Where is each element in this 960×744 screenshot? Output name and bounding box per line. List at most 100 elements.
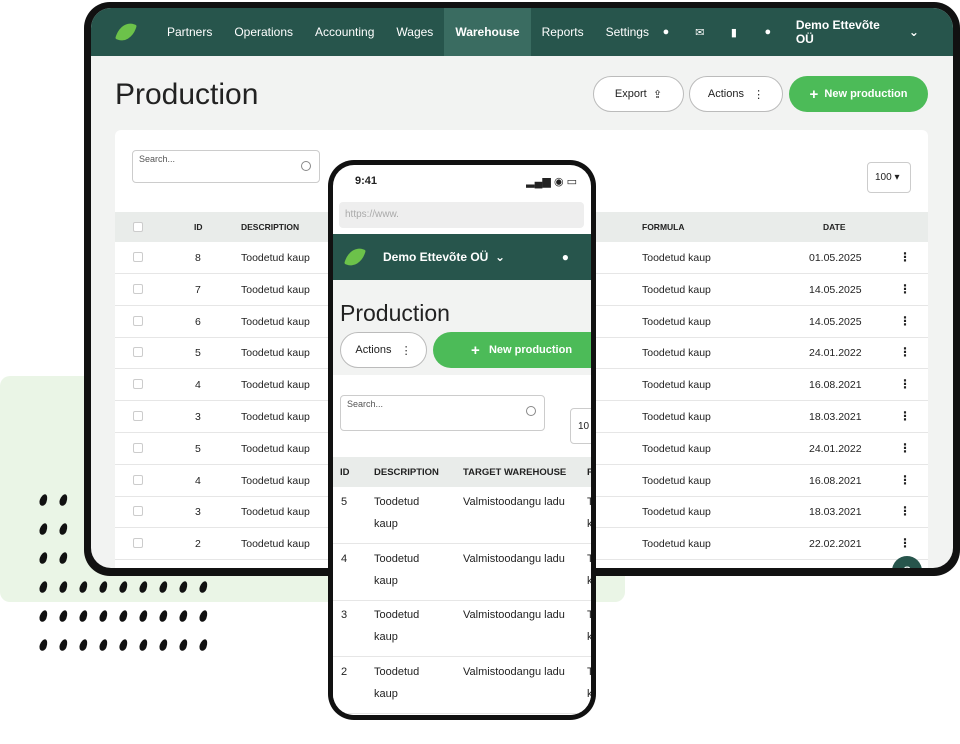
row-date: 22.02.2021: [809, 538, 862, 551]
row-checkbox[interactable]: [133, 538, 143, 549]
row-formula: Toodetud kaup: [642, 474, 711, 487]
export-icon: ⇪: [652, 88, 663, 101]
row-checkbox[interactable]: [133, 442, 143, 453]
mobile-page-size-select[interactable]: 10: [570, 408, 591, 444]
decorative-dot: [118, 609, 129, 623]
row-checkbox[interactable]: [133, 474, 143, 485]
decorative-dot: [38, 609, 49, 623]
row-menu-icon[interactable]: ⋮: [899, 377, 911, 391]
search-input[interactable]: Search...: [132, 150, 320, 183]
row-checkbox[interactable]: [133, 347, 143, 358]
row-checkbox[interactable]: [133, 283, 143, 294]
export-button[interactable]: Export ⇪: [593, 76, 684, 112]
export-label: Export: [614, 88, 647, 100]
mobile-new-production-button[interactable]: + New production: [433, 332, 591, 368]
row-date: 01.05.2025: [809, 252, 862, 264]
decorative-dot: [78, 638, 89, 652]
row-menu-icon[interactable]: ⋮: [899, 314, 911, 328]
row-description-line2: kaup: [374, 518, 398, 530]
plus-icon: +: [471, 341, 480, 359]
col-formula[interactable]: FORMULA: [642, 222, 685, 232]
decorative-dot: [78, 609, 89, 623]
page-size-select[interactable]: 100 ▾: [867, 162, 911, 193]
row-checkbox[interactable]: [133, 379, 143, 390]
col-description[interactable]: DESCRIPTION: [374, 467, 439, 478]
nav-settings[interactable]: Settings: [595, 8, 660, 56]
globe-icon[interactable]: ●: [660, 26, 672, 38]
table-row[interactable]: 4 Toodetud kaup Valmistoodangu ladu T k: [333, 544, 591, 601]
chevron-down-icon: ⌄: [495, 250, 506, 264]
nav-wages[interactable]: Wages: [385, 8, 444, 56]
col-id[interactable]: ID: [194, 222, 203, 232]
nav-warehouse[interactable]: Warehouse: [444, 8, 531, 56]
row-menu-icon[interactable]: ⋮: [899, 536, 911, 550]
row-description-line1: Toodetud: [374, 496, 420, 508]
document-icon[interactable]: ▮: [728, 26, 740, 39]
decorative-dot: [138, 638, 149, 652]
row-menu-icon[interactable]: ⋮: [899, 409, 911, 423]
row-checkbox[interactable]: [133, 252, 143, 262]
row-target-warehouse: Valmistoodangu ladu: [463, 496, 565, 508]
col-description[interactable]: DESCRIPTION: [241, 222, 299, 232]
table-row[interactable]: 3 Toodetud kaup Valmistoodangu ladu T k: [333, 600, 591, 657]
mobile-company-name[interactable]: Demo Ettevõte OÜ: [383, 250, 488, 264]
mobile-nav: Demo Ettevõte OÜ ⌄ ●: [333, 234, 591, 280]
col-formula-partial[interactable]: F: [587, 467, 591, 478]
row-description: Toodetud kaup: [241, 442, 310, 455]
nav-accounting[interactable]: Accounting: [304, 8, 385, 56]
row-target-warehouse: Valmistoodangu ladu: [463, 665, 565, 678]
table-row[interactable]: 2 Toodetud kaup Valmistoodangu ladu T k: [333, 657, 591, 714]
mobile-search-input[interactable]: Search...: [340, 395, 545, 431]
row-description: Toodetud kaup: [241, 538, 310, 551]
table-row[interactable]: 5 Toodetud kaup Valmistoodangu ladu T k: [333, 487, 591, 544]
nav-operations[interactable]: Operations: [223, 8, 304, 56]
select-all-checkbox[interactable]: [133, 222, 143, 232]
row-description-line1: Toodetud: [374, 665, 420, 678]
col-id[interactable]: ID: [340, 467, 350, 478]
url-bar[interactable]: https://www.: [339, 202, 584, 228]
nav-reports[interactable]: Reports: [531, 8, 595, 56]
status-time: 9:41: [355, 175, 378, 187]
user-icon[interactable]: ●: [762, 26, 774, 38]
row-menu-icon[interactable]: ⋮: [899, 345, 911, 359]
decorative-dot: [38, 638, 49, 652]
row-date: 14.05.2025: [809, 283, 862, 296]
row-description-line2: kaup: [374, 574, 398, 587]
row-checkbox[interactable]: [133, 315, 143, 326]
search-placeholder: Search...: [139, 154, 176, 164]
row-menu-icon[interactable]: ⋮: [899, 441, 911, 455]
decorative-dot: [178, 638, 189, 652]
mobile-actions-label: Actions: [355, 344, 392, 356]
company-selector[interactable]: Demo Ettevõte OÜ ⌄: [796, 18, 919, 46]
col-target-warehouse[interactable]: TARGET WAREHOUSE: [463, 467, 566, 478]
col-date[interactable]: DATE: [823, 222, 846, 232]
decorative-dot: [178, 609, 189, 623]
row-target-warehouse: Valmistoodangu ladu: [463, 609, 565, 621]
row-checkbox[interactable]: [133, 506, 143, 517]
row-menu-icon[interactable]: ⋮: [899, 250, 911, 264]
leaf-logo-icon[interactable]: [115, 19, 137, 45]
row-formula-partial-2: k: [587, 518, 591, 530]
plus-icon: +: [809, 85, 819, 103]
row-description-line2: kaup: [374, 687, 398, 700]
mail-icon[interactable]: ✉: [694, 26, 706, 39]
row-checkbox[interactable]: [133, 411, 143, 421]
row-date: 14.05.2025: [809, 315, 862, 328]
user-icon[interactable]: ●: [562, 250, 569, 264]
row-date: 24.01.2022: [809, 442, 862, 455]
row-menu-icon[interactable]: ⋮: [899, 504, 911, 518]
row-id: 8: [195, 252, 201, 264]
nav-partners[interactable]: Partners: [156, 8, 223, 56]
row-menu-icon[interactable]: ⋮: [899, 473, 911, 487]
row-id: 5: [195, 442, 201, 455]
search-icon: [526, 406, 536, 416]
new-production-button[interactable]: + New production: [789, 76, 928, 112]
leaf-logo-icon[interactable]: [344, 244, 366, 270]
row-id: 2: [195, 538, 201, 551]
row-date: 16.08.2021: [809, 379, 862, 392]
row-menu-icon[interactable]: ⋮: [899, 282, 911, 296]
phone-screen: 9:41 ▂▄▆ ◉ ▭ https://www. Demo Ettevõte O…: [333, 165, 591, 715]
decorative-dot: [98, 609, 109, 623]
actions-button[interactable]: Actions ⋮: [689, 76, 783, 112]
mobile-actions-button[interactable]: Actions ⋮: [340, 332, 427, 368]
